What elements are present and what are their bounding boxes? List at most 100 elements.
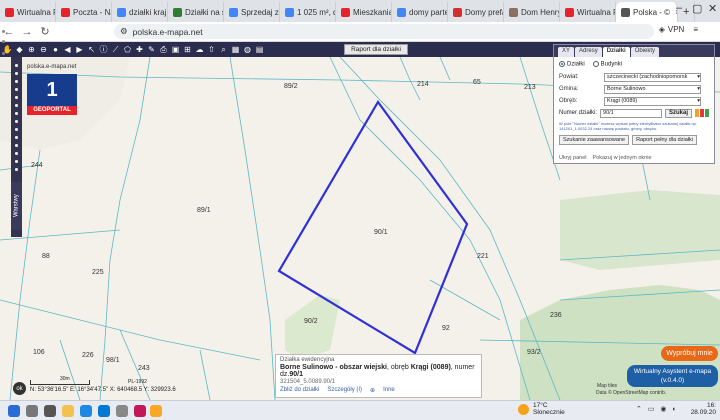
browser-tab[interactable]: domy partei: [392, 2, 448, 22]
globe-icon[interactable]: ◍: [242, 44, 253, 55]
ok-button[interactable]: ok: [13, 382, 26, 395]
image-icon[interactable]: ▤: [254, 44, 265, 55]
car-icon[interactable]: ▣: [170, 44, 181, 55]
warstwy-tab[interactable]: Warstwy: [11, 182, 22, 230]
browser-tab[interactable]: Dom Henryk: [504, 2, 560, 22]
weather-widget[interactable]: 17°C Słonecznie: [533, 402, 565, 416]
clock[interactable]: 16: 28.09.20: [691, 402, 716, 416]
side-tool-icon[interactable]: [15, 120, 18, 123]
popup-title: Działka ewidencyjna: [280, 357, 335, 363]
tab-adresy[interactable]: Adresy: [575, 47, 602, 57]
cloud-icon[interactable]: ☁: [194, 44, 205, 55]
print-icon[interactable]: ⎙: [158, 44, 169, 55]
browser-tab[interactable]: działki kraj: [112, 2, 168, 22]
google-icon: [397, 7, 406, 17]
maximize-icon[interactable]: ▢: [692, 2, 702, 15]
szukaj-button[interactable]: Szukaj: [664, 108, 692, 118]
side-tool-icon[interactable]: [15, 144, 18, 147]
forest-area: [560, 190, 720, 270]
try-assistant-button[interactable]: Wypróbuj mnie: [661, 346, 718, 361]
plus-icon[interactable]: ⊕: [370, 387, 375, 394]
task-view-icon[interactable]: [44, 405, 56, 417]
folder-icon[interactable]: [62, 405, 74, 417]
search-icon[interactable]: [26, 405, 38, 417]
gmina-select[interactable]: Borne Sulinowo ▾: [604, 84, 701, 94]
radio-dzialki[interactable]: Działki: [559, 61, 585, 68]
url-input[interactable]: ⚙ polska.e-mapa.net: [114, 24, 654, 39]
osm-attribution[interactable]: Data © OpenStreetMap contrib.: [596, 390, 666, 396]
browser-tab[interactable]: Działki na s: [168, 2, 224, 22]
search-parcel-icon[interactable]: ⌕: [218, 44, 229, 55]
geoportal-logo[interactable]: polska.e-mapa.net 1 GEOPORTAL: [27, 64, 85, 118]
draw-icon[interactable]: ✎: [146, 44, 157, 55]
browser-tab[interactable]: Wirtualna Pa: [560, 2, 616, 22]
close-window-icon[interactable]: ✕: [708, 2, 717, 15]
side-tool-icon[interactable]: [15, 128, 18, 131]
tab-xy[interactable]: XY: [558, 47, 575, 57]
side-tool-icon[interactable]: [15, 168, 18, 171]
radio-budynki[interactable]: Budynki: [592, 61, 622, 68]
measure-icon[interactable]: ⟋: [110, 44, 121, 55]
browser-tab[interactable]: Poczta - Naj: [56, 2, 112, 22]
layers-icon[interactable]: ◆: [14, 44, 25, 55]
upload-icon[interactable]: ⇧: [206, 44, 217, 55]
side-tool-icon[interactable]: [15, 64, 18, 67]
side-tool-icon[interactable]: [15, 160, 18, 163]
parcel-icon[interactable]: ⊞: [182, 44, 193, 55]
vpn-badge[interactable]: ◈ VPN ≡: [659, 25, 698, 34]
side-tool-icon[interactable]: [15, 104, 18, 107]
previous-view-icon[interactable]: ◀: [62, 44, 73, 55]
side-tool-icon[interactable]: [15, 112, 18, 115]
browser-tab[interactable]: Wirtualna Po: [0, 2, 56, 22]
full-extent-icon[interactable]: ●: [50, 44, 61, 55]
plot-label: 88: [42, 253, 50, 260]
side-tool-icon[interactable]: [15, 88, 18, 91]
zoom-to-parcel-link[interactable]: Zbliż do działki: [280, 387, 319, 394]
ukryj-panel-link[interactable]: Ukryj panel: [559, 155, 587, 161]
zoom-out-icon[interactable]: ⊖: [38, 44, 49, 55]
raport-pelny-button[interactable]: Raport pełny dla działki: [632, 134, 697, 145]
side-tool-icon[interactable]: [15, 72, 18, 75]
browser-tab[interactable]: Domy prefab: [448, 2, 504, 22]
side-tool-icon[interactable]: [15, 80, 18, 83]
store-icon[interactable]: [98, 405, 110, 417]
menu-icon[interactable]: ≡: [693, 25, 698, 34]
other-link[interactable]: Inne: [383, 387, 395, 394]
app-icon[interactable]: [150, 405, 162, 417]
jedno-okno-link[interactable]: Pokazuj w jednym oknie: [593, 155, 652, 161]
area-icon[interactable]: ⬠: [122, 44, 133, 55]
start-icon[interactable]: [8, 405, 20, 417]
info-icon[interactable]: ⓘ: [98, 44, 109, 55]
mail-icon[interactable]: [116, 405, 128, 417]
side-tool-icon[interactable]: [15, 96, 18, 99]
tab-obiekty[interactable]: Obiekty: [630, 47, 660, 57]
browser-tab[interactable]: 1 025 m², dz: [280, 2, 336, 22]
zoom-in-icon[interactable]: ⊕: [26, 44, 37, 55]
site-info-icon[interactable]: ⚙: [120, 26, 128, 37]
raport-button[interactable]: Raport dla działki: [344, 44, 408, 55]
tab-dzialki[interactable]: Działki: [602, 47, 630, 57]
browser-tab[interactable]: Polska - ©×: [616, 2, 678, 22]
reload-icon[interactable]: ↻: [36, 25, 54, 38]
browser-tab[interactable]: Sprzedaj z C: [224, 2, 280, 22]
forward-icon[interactable]: →: [18, 26, 36, 38]
numer-dzialki-input[interactable]: 90/1: [600, 108, 662, 118]
edge-icon[interactable]: [80, 405, 92, 417]
grid-icon[interactable]: ▦: [230, 44, 241, 55]
minimize-icon[interactable]: –: [676, 2, 682, 14]
pin-icon[interactable]: ✚: [134, 44, 145, 55]
assistant-button[interactable]: Wirtualny Asystent e-mapa (v.0.4.0): [627, 365, 718, 387]
tab-strip: Wirtualna Po Poczta - Naj działki kraj Dzia…: [0, 0, 720, 22]
side-tool-icon[interactable]: [15, 136, 18, 139]
obreb-select[interactable]: Krągi (0089) ▾: [604, 96, 701, 106]
details-link[interactable]: Szczegóły (I): [327, 387, 362, 394]
powiat-select[interactable]: szczecinecki (zachodniopomorsk ▾: [604, 72, 701, 82]
select-icon[interactable]: ↖: [86, 44, 97, 55]
opera-icon[interactable]: [134, 405, 146, 417]
szukanie-zaawansowane-button[interactable]: Szukanie zaawansowane: [559, 134, 630, 145]
system-tray[interactable]: ⌃ ▭ ◉ ◐: [636, 405, 679, 413]
next-view-icon[interactable]: ▶: [74, 44, 85, 55]
side-tool-icon[interactable]: [15, 152, 18, 155]
browser-tab[interactable]: Mieszkania: [336, 2, 392, 22]
projection-label[interactable]: PL-1992: [128, 379, 147, 385]
